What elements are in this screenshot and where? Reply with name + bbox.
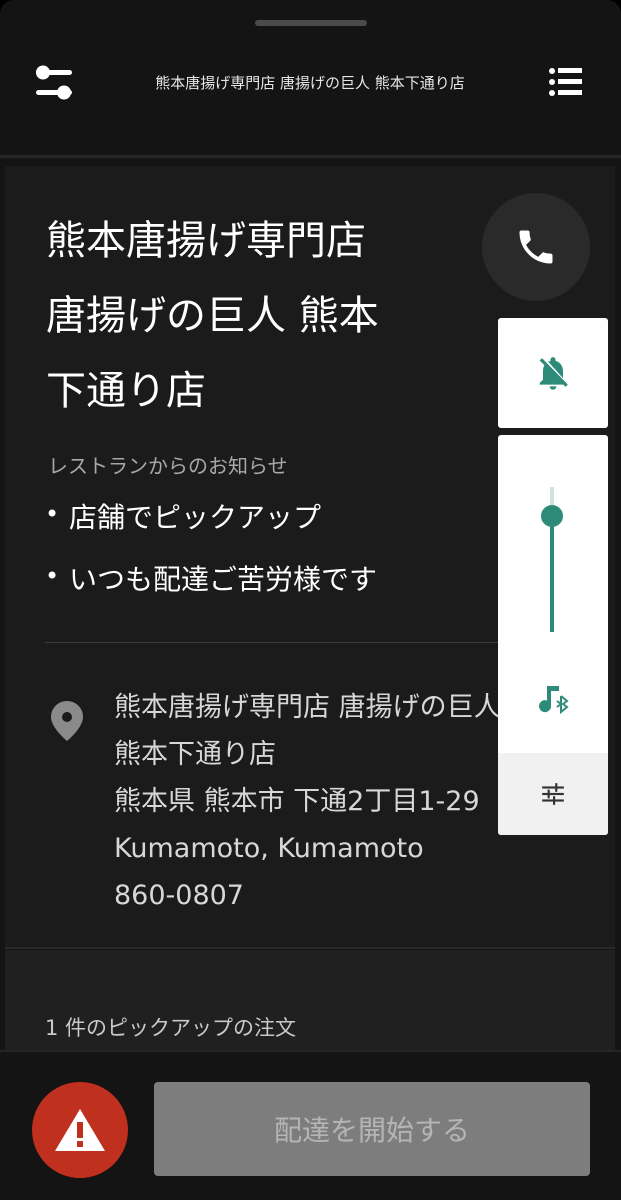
filter-icon[interactable] <box>30 62 80 106</box>
store-name: 熊本唐揚げ専門店 唐揚げの巨人 熊本 下通り店 <box>46 204 466 429</box>
list-icon[interactable] <box>544 62 590 102</box>
notice-item: • いつも配達ご苦労様です <box>45 558 377 620</box>
bullet: • <box>45 500 60 528</box>
header-title: 熊本唐揚げ専門店 唐揚げの巨人 熊本下通り店 <box>155 74 465 92</box>
store-name-line: 唐揚げの巨人 熊本 <box>46 293 379 339</box>
sliders-icon <box>542 783 564 805</box>
order-summary-text: 1 件のピックアップの注文 <box>45 1016 297 1040</box>
music-bluetooth-icon[interactable] <box>533 680 573 720</box>
notice-item: • 店舗でピックアップ <box>45 496 377 558</box>
warning-icon <box>55 1109 105 1151</box>
restaurant-notice-heading: レストランからのお知らせ <box>48 454 288 478</box>
phone-icon <box>519 230 553 264</box>
store-name-line: 熊本唐揚げ専門店 <box>46 218 366 264</box>
notice-item-text: 店舗でピックアップ <box>69 501 322 534</box>
location-pin-icon <box>47 698 87 744</box>
start-delivery-button[interactable]: 配達を開始する <box>154 1082 590 1176</box>
address-line: 860-0807 <box>114 880 244 911</box>
call-button[interactable] <box>482 193 590 301</box>
sound-settings-button[interactable] <box>498 753 608 835</box>
order-summary-section[interactable]: 1 件のピックアップの注文 <box>5 950 615 1050</box>
restaurant-notice-list: • 店舗でピックアップ • いつも配達ご苦労様です <box>45 496 377 620</box>
safety-alert-button[interactable] <box>32 1082 128 1178</box>
volume-panel <box>498 435 608 835</box>
bell-off-icon <box>539 357 568 390</box>
notice-item-text: いつも配達ご苦労様です <box>69 563 378 596</box>
sheet-drag-handle[interactable] <box>255 20 367 26</box>
store-name-line: 下通り店 <box>46 368 206 414</box>
bottom-action-bar: 配達を開始する <box>0 1050 621 1200</box>
volume-slider-thumb[interactable] <box>541 505 563 527</box>
top-bar: 熊本唐揚げ専門店 唐揚げの巨人 熊本下通り店 <box>0 30 621 158</box>
bullet: • <box>45 562 60 590</box>
volume-slider[interactable] <box>550 516 554 632</box>
mute-notifications-button[interactable] <box>498 318 608 428</box>
